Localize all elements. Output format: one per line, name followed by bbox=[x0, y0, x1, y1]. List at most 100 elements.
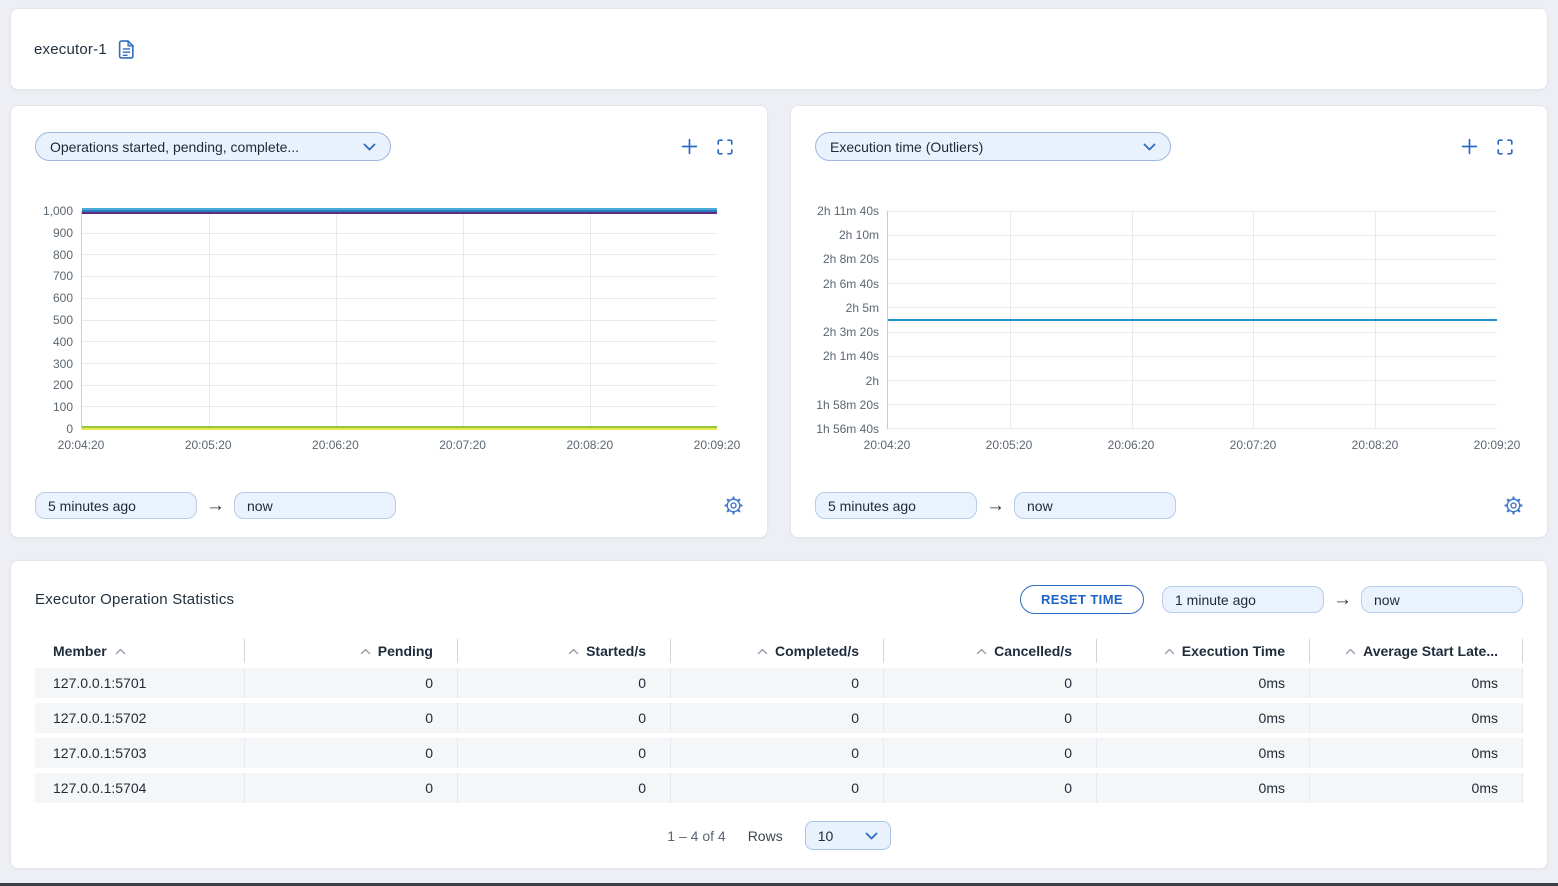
rows-per-page-value: 10 bbox=[818, 828, 834, 844]
x-tick-label: 20:09:20 bbox=[694, 438, 741, 452]
gridline bbox=[82, 254, 717, 255]
settings-gear-icon[interactable] bbox=[724, 496, 743, 515]
cell-cancelled-s: 0 bbox=[884, 773, 1097, 803]
column-header-member[interactable]: Member bbox=[35, 639, 245, 663]
gridline bbox=[888, 380, 1497, 381]
y-tick-label: 100 bbox=[53, 400, 73, 414]
gridline bbox=[888, 428, 1497, 429]
y-axis: 2h 11m 40s2h 10m2h 8m 20s2h 6m 40s2h 5m2… bbox=[815, 211, 887, 429]
cell-pending: 0 bbox=[245, 773, 458, 803]
series-line-operations-yellow bbox=[82, 428, 717, 430]
cell-execution-time: 0ms bbox=[1097, 738, 1310, 768]
y-tick-label: 2h bbox=[866, 374, 879, 388]
operations-chart: 1,0009008007006005004003002001000 20:04:… bbox=[35, 211, 743, 456]
table-time-from-input[interactable] bbox=[1162, 586, 1324, 613]
column-header-pending[interactable]: Pending bbox=[245, 639, 458, 663]
cell-average-start-late: 0ms bbox=[1310, 738, 1523, 768]
settings-gear-icon[interactable] bbox=[1504, 496, 1523, 515]
fullscreen-icon[interactable] bbox=[717, 139, 733, 155]
gridline bbox=[888, 259, 1497, 260]
gridline bbox=[82, 341, 717, 342]
cell-started-s: 0 bbox=[458, 668, 671, 698]
cell-completed-s: 0 bbox=[671, 668, 884, 698]
time-from-input[interactable] bbox=[815, 492, 977, 519]
gridline bbox=[82, 406, 717, 407]
x-tick-label: 20:04:20 bbox=[864, 438, 911, 452]
y-tick-label: 900 bbox=[53, 226, 73, 240]
column-label: Average Start Late... bbox=[1363, 643, 1498, 659]
x-tick-label: 20:06:20 bbox=[312, 438, 359, 452]
x-tick-label: 20:05:20 bbox=[986, 438, 1033, 452]
column-label: Cancelled/s bbox=[994, 643, 1072, 659]
gridline bbox=[888, 307, 1497, 308]
column-header-completed-s[interactable]: Completed/s bbox=[671, 639, 884, 663]
sort-caret-icon bbox=[115, 648, 126, 655]
cell-execution-time: 0ms bbox=[1097, 668, 1310, 698]
y-tick-label: 500 bbox=[53, 313, 73, 327]
y-tick-label: 1h 58m 20s bbox=[816, 398, 879, 412]
gridline bbox=[888, 404, 1497, 405]
table-row[interactable]: 127.0.0.1:570200000ms0ms bbox=[35, 703, 1523, 733]
x-tick-label: 20:05:20 bbox=[185, 438, 232, 452]
cell-pending: 0 bbox=[245, 703, 458, 733]
cell-cancelled-s: 0 bbox=[884, 668, 1097, 698]
y-tick-label: 2h 10m bbox=[839, 228, 879, 242]
table-time-to-input[interactable] bbox=[1361, 586, 1523, 613]
chevron-down-icon bbox=[363, 143, 376, 151]
cell-pending: 0 bbox=[245, 668, 458, 698]
arrow-right-icon: → bbox=[206, 496, 225, 515]
reset-time-button[interactable]: RESET TIME bbox=[1020, 585, 1144, 614]
cell-completed-s: 0 bbox=[671, 738, 884, 768]
y-tick-label: 2h 3m 20s bbox=[823, 325, 879, 339]
add-chart-icon[interactable] bbox=[681, 138, 698, 155]
sort-caret-icon bbox=[360, 648, 371, 655]
cell-started-s: 0 bbox=[458, 738, 671, 768]
table-row[interactable]: 127.0.0.1:570300000ms0ms bbox=[35, 738, 1523, 768]
y-tick-label: 2h 8m 20s bbox=[823, 252, 879, 266]
document-icon[interactable] bbox=[118, 40, 135, 59]
fullscreen-icon[interactable] bbox=[1497, 139, 1513, 155]
column-header-cancelled-s[interactable]: Cancelled/s bbox=[884, 639, 1097, 663]
column-header-started-s[interactable]: Started/s bbox=[458, 639, 671, 663]
x-tick-label: 20:08:20 bbox=[1352, 438, 1399, 452]
panel-actions bbox=[1461, 138, 1523, 155]
gridline bbox=[336, 211, 337, 428]
metric-selector-dropdown[interactable]: Operations started, pending, complete... bbox=[35, 132, 391, 161]
add-chart-icon[interactable] bbox=[1461, 138, 1478, 155]
column-header-execution-time[interactable]: Execution Time bbox=[1097, 639, 1310, 663]
time-from-input[interactable] bbox=[35, 492, 197, 519]
time-to-input[interactable] bbox=[1014, 492, 1176, 519]
time-to-input[interactable] bbox=[234, 492, 396, 519]
x-tick-label: 20:07:20 bbox=[439, 438, 486, 452]
gridline bbox=[888, 235, 1497, 236]
cell-member: 127.0.0.1:5702 bbox=[35, 703, 245, 733]
page-range: 1 – 4 of 4 bbox=[667, 828, 725, 844]
pagination: 1 – 4 of 4 Rows 10 bbox=[35, 821, 1523, 854]
x-tick-label: 20:04:20 bbox=[58, 438, 105, 452]
series-line-execution-time bbox=[888, 319, 1497, 321]
table-header: Executor Operation Statistics RESET TIME… bbox=[35, 585, 1523, 614]
y-tick-label: 200 bbox=[53, 378, 73, 392]
execution-time-chart-panel: Execution time (Outliers) 2h 11m 40s2h 1… bbox=[790, 105, 1548, 538]
statistics-table: Member PendingStarted/sCompleted/s Cancell… bbox=[35, 634, 1523, 808]
cell-average-start-late: 0ms bbox=[1310, 703, 1523, 733]
x-tick-label: 20:08:20 bbox=[566, 438, 613, 452]
cell-cancelled-s: 0 bbox=[884, 703, 1097, 733]
cell-completed-s: 0 bbox=[671, 703, 884, 733]
y-tick-label: 300 bbox=[53, 357, 73, 371]
metric-selector-dropdown[interactable]: Execution time (Outliers) bbox=[815, 132, 1171, 161]
table-row[interactable]: 127.0.0.1:570400000ms0ms bbox=[35, 773, 1523, 803]
metric-selector-label: Execution time (Outliers) bbox=[830, 139, 983, 155]
table-row[interactable]: 127.0.0.1:570100000ms0ms bbox=[35, 668, 1523, 698]
cell-member: 127.0.0.1:5703 bbox=[35, 738, 245, 768]
time-range-controls: → bbox=[815, 492, 1523, 519]
panel-toolbar: Execution time (Outliers) bbox=[815, 132, 1523, 161]
operations-chart-panel: Operations started, pending, complete...… bbox=[10, 105, 768, 538]
column-label: Member bbox=[53, 643, 107, 659]
column-header-average-start-late[interactable]: Average Start Late... bbox=[1310, 639, 1523, 663]
cell-completed-s: 0 bbox=[671, 773, 884, 803]
cell-cancelled-s: 0 bbox=[884, 738, 1097, 768]
cell-started-s: 0 bbox=[458, 773, 671, 803]
rows-per-page-select[interactable]: 10 bbox=[805, 821, 891, 850]
charts-row: Operations started, pending, complete...… bbox=[10, 105, 1548, 538]
